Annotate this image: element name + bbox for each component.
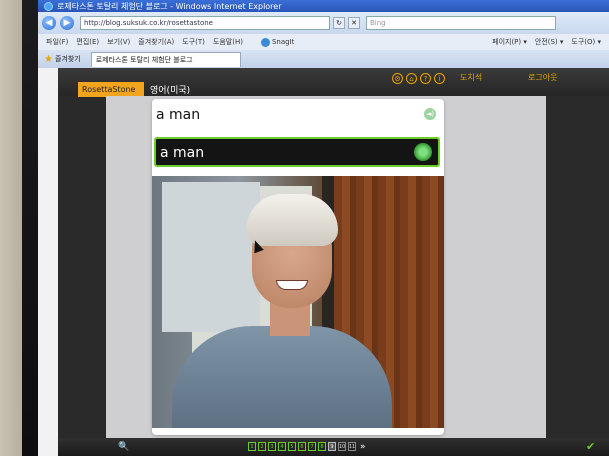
settings-icon[interactable]: ⚙ — [392, 73, 403, 84]
lesson-navigation: 🔍 1 2 3 4 5 6 7 8 9 10 11 » ✔ — [58, 438, 609, 456]
tab-title: 로제타스톤 토탈리 체험단 블로그 — [95, 55, 193, 64]
page-number[interactable]: 11 — [348, 442, 356, 451]
page-number[interactable]: 9 — [328, 442, 336, 451]
tab-bar: ★ 즐겨찾기 로제타스톤 토탈리 체험단 블로그 — [38, 50, 609, 68]
user-name: 도치석 — [460, 73, 483, 82]
browser-tab[interactable]: 로제타스톤 토탈리 체험단 블로그 — [90, 51, 241, 67]
menu-favorites[interactable]: 즐겨찾기(A) — [138, 37, 174, 47]
page-number[interactable]: 8 — [318, 442, 326, 451]
star-icon: ★ — [44, 53, 53, 65]
menu-edit[interactable]: 편집(E) — [76, 37, 99, 47]
page-menu[interactable]: 페이지(P) ▾ — [492, 37, 527, 47]
address-bar[interactable]: http://blog.suksuk.co.kr/rosettastone — [80, 16, 330, 30]
forward-icon[interactable]: ▶ — [60, 16, 74, 30]
check-icon[interactable]: ✔ — [586, 440, 595, 453]
search-placeholder: Bing — [370, 19, 386, 27]
favorites-label: 즐겨찾기 — [54, 55, 81, 63]
correct-indicator-icon — [414, 143, 432, 161]
snagit-icon — [260, 37, 270, 47]
snagit-button[interactable]: SnagIt — [260, 37, 295, 47]
menu-bar: 파일(F) 편집(E) 보기(V) 즐겨찾기(A) 도구(T) 도움말(H) S… — [38, 34, 609, 50]
home-icon[interactable]: ⌂ — [406, 73, 417, 84]
favorites-button[interactable]: ★ 즐겨찾기 — [44, 54, 81, 65]
title-bar: 로제타스톤 토탈리 체험단 블로그 - Windows Internet Exp… — [38, 0, 609, 12]
app-header: ⚙ ⌂ ? i 도치석 로그아웃 RosettaStone 영어(미국) — [58, 68, 609, 97]
page-number[interactable]: 7 — [308, 442, 316, 451]
page-indicator: 1 2 3 4 5 6 7 8 9 10 11 » — [248, 442, 366, 452]
menu-help[interactable]: 도움말(H) — [213, 37, 243, 47]
info-icon[interactable]: i — [434, 73, 445, 84]
safety-menu[interactable]: 안전(S) ▾ — [535, 37, 564, 47]
address-toolbar: ◀ ▶ http://blog.suksuk.co.kr/rosettaston… — [38, 12, 609, 34]
lesson-photo[interactable] — [152, 176, 444, 428]
page-number[interactable]: 5 — [288, 442, 296, 451]
page-number[interactable]: 1 — [248, 442, 256, 451]
header-icons: ⚙ ⌂ ? i — [392, 73, 448, 84]
logout-link[interactable]: 로그아웃 — [528, 72, 557, 83]
prompt-phrase: a man — [156, 107, 201, 123]
next-page-icon[interactable]: » — [360, 442, 366, 452]
menu-tools[interactable]: 도구(T) — [182, 37, 205, 47]
search-input[interactable]: Bing — [366, 16, 556, 30]
answer-text: a man — [160, 145, 205, 161]
language-label: 영어(미국) — [150, 86, 191, 96]
lesson-card: a man ◄) a man — [152, 99, 444, 435]
magnifier-icon[interactable]: 🔍 — [118, 442, 129, 452]
back-icon[interactable]: ◀ — [42, 16, 56, 30]
page-number[interactable]: 6 — [298, 442, 306, 451]
snagit-label: SnagIt — [271, 38, 295, 46]
page-number[interactable]: 2 — [258, 442, 266, 451]
rosetta-logo: RosettaStone — [78, 82, 144, 97]
page-number[interactable]: 10 — [338, 442, 346, 451]
page-number[interactable]: 3 — [268, 442, 276, 451]
address-text: http://blog.suksuk.co.kr/rosettastone — [84, 19, 213, 27]
menu-file[interactable]: 파일(F) — [46, 37, 68, 47]
help-icon[interactable]: ? — [420, 73, 431, 84]
window-title: 로제타스톤 토탈리 체험단 블로그 - Windows Internet Exp… — [57, 1, 282, 11]
tools-menu[interactable]: 도구(O) ▾ — [571, 37, 601, 47]
stop-icon[interactable]: ✕ — [348, 17, 360, 29]
browser-window: 로제타스톤 토탈리 체험단 블로그 - Windows Internet Exp… — [38, 0, 609, 456]
command-bar: 페이지(P) ▾ 안전(S) ▾ 도구(O) ▾ — [492, 37, 609, 47]
refresh-icon[interactable]: ↻ — [333, 17, 345, 29]
ie-logo-icon — [44, 1, 53, 11]
speaker-icon[interactable]: ◄) — [424, 108, 436, 120]
answer-option[interactable]: a man — [154, 137, 440, 167]
page-number[interactable]: 4 — [278, 442, 286, 451]
menu-view[interactable]: 보기(V) — [107, 37, 130, 47]
